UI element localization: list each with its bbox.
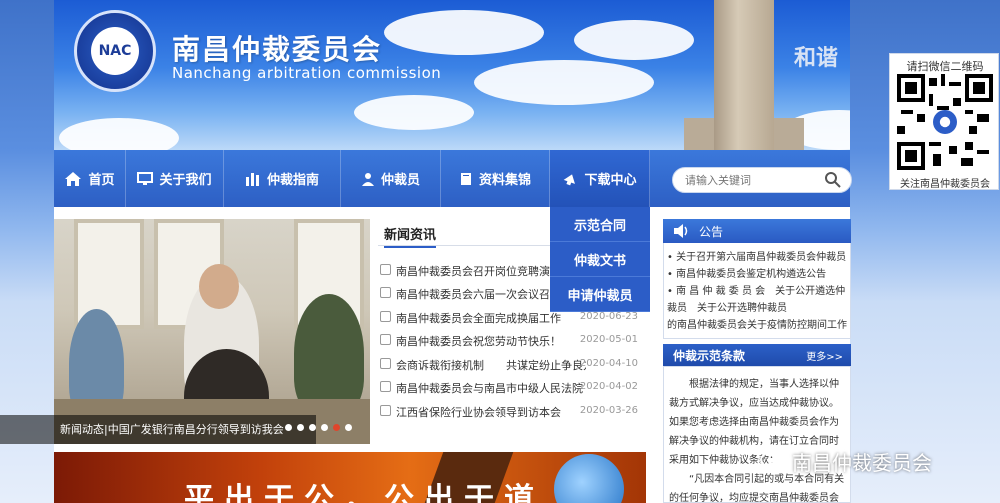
download-dropdown-menu: 示范合同 仲裁文书 申请仲裁员: [550, 207, 650, 312]
nav-label: 首页: [88, 173, 115, 188]
notice-item[interactable]: • 关于召开第六届南昌仲裁委员会仲裁员: [667, 249, 847, 266]
monitor-icon: [137, 171, 154, 185]
slogan-text: 和谐: [793, 46, 838, 71]
bar-chart-icon: [245, 172, 259, 186]
clause-title: 仲裁示范条款: [673, 349, 746, 363]
search-icon: [825, 172, 841, 188]
nav-item-home[interactable]: 首页: [54, 150, 126, 207]
news-date: 2020-04-10: [579, 358, 638, 369]
search-button[interactable]: [819, 169, 847, 191]
notice-title: 公告: [699, 225, 724, 239]
download-icon: [564, 173, 576, 185]
news-list-item[interactable]: 江西省保险行业协会领导到访本会 2020-03-26: [380, 402, 648, 422]
news-date: 2020-04-02: [579, 381, 638, 392]
doc-icon: [380, 405, 391, 416]
notice-item[interactable]: • 南昌仲裁委员会鉴定机构遴选公告: [667, 266, 847, 283]
monument: [714, 0, 774, 150]
nav-label: 仲裁指南: [266, 173, 319, 188]
news-date: 2020-03-26: [579, 405, 638, 416]
cloud: [354, 95, 474, 130]
news-list-item[interactable]: 南昌仲裁委员会与南昌市中级人民法院 共 2020-04-02: [380, 378, 648, 398]
slider-dot[interactable]: [309, 424, 316, 431]
nav-label: 仲裁员: [380, 173, 420, 188]
news-list-item[interactable]: 南昌仲裁委员会祝您劳动节快乐！ 2020-05-01: [380, 331, 648, 351]
slider-dot[interactable]: [297, 424, 304, 431]
news-section-title: 新闻资讯: [384, 224, 437, 248]
slider-dots: [285, 424, 352, 431]
dropdown-item-sample-contract[interactable]: 示范合同: [550, 207, 650, 242]
news-title: 南昌仲裁委员会与南昌市中级人民法院 共: [396, 382, 586, 395]
book-icon: [460, 172, 471, 185]
slider-dot[interactable]: [321, 424, 328, 431]
news-title: 南昌仲裁委员会祝您劳动节快乐！: [396, 335, 561, 348]
site-title: 南昌仲裁委员会: [172, 33, 383, 66]
bottom-banner[interactable]: 平出于公，公出于道: [54, 452, 646, 503]
nav-item-download[interactable]: 下载中心: [550, 150, 650, 207]
nav-label: 资料集锦: [478, 173, 531, 188]
news-list-item[interactable]: 会商诉裁衔接机制 共谋定纷止争良方 2020-04-10: [380, 355, 648, 375]
news-title: 南昌仲裁委员会全面完成换届工作: [396, 312, 561, 325]
person-icon: [361, 172, 374, 186]
qr-code-icon: [897, 74, 993, 170]
nav-item-about[interactable]: 关于我们: [126, 150, 224, 207]
cloud: [474, 60, 654, 105]
window: [74, 219, 144, 329]
search-input[interactable]: [685, 171, 815, 189]
cloud: [59, 118, 179, 150]
notice-list: • 关于召开第六届南昌仲裁委员会仲裁员 • 南昌仲裁委员会鉴定机构遴选公告 • …: [667, 249, 847, 334]
doc-icon: [380, 334, 391, 345]
dropdown-item-apply-arbitrator[interactable]: 申请仲裁员: [550, 277, 650, 312]
wechat-qr-panel: 请扫微信二维码 关注南昌仲裁委员会: [889, 53, 999, 190]
bottom-banner-text: 平出于公，公出于道: [184, 482, 544, 503]
site-subtitle: Nanchang arbitration commission: [172, 64, 442, 82]
dropdown-item-arbitration-documents[interactable]: 仲裁文书: [550, 242, 650, 277]
notice-header: 公告: [663, 219, 851, 243]
cloud: [574, 20, 694, 60]
slider-caption[interactable]: 新闻动态|中国广发银行南昌分行领导到访我会: [60, 421, 284, 437]
doc-icon: [380, 264, 391, 275]
doc-icon: [380, 311, 391, 322]
cloud: [384, 10, 544, 55]
nav-label: 关于我们: [159, 173, 212, 188]
nav-item-guide[interactable]: 仲裁指南: [224, 150, 341, 207]
nav-item-arbitrators[interactable]: 仲裁员: [341, 150, 441, 207]
home-icon: [65, 171, 82, 186]
nav-item-materials[interactable]: 资料集锦: [441, 150, 550, 207]
globe-shape: [554, 454, 624, 503]
news-date: 2020-06-23: [579, 311, 638, 322]
slider-dot[interactable]: [345, 424, 352, 431]
person-photo: [199, 264, 239, 309]
speaker-icon: [674, 224, 688, 238]
slider-dot-active[interactable]: [333, 424, 340, 431]
qr-title: 请扫微信二维码: [906, 60, 984, 73]
logo-inner: NAC: [91, 27, 139, 75]
qr-footer: 关注南昌仲裁委员会: [900, 179, 990, 190]
wechat-watermark: 南昌仲裁委员会: [760, 447, 932, 476]
doc-icon: [380, 358, 391, 369]
slider-dot[interactable]: [285, 424, 292, 431]
nav-label: 下载中心: [584, 173, 637, 188]
logo-text: NAC: [98, 43, 132, 59]
header-banner: NAC 南昌仲裁委员会 Nanchang arbitration commiss…: [54, 0, 850, 150]
watermark-text: 南昌仲裁委员会: [792, 451, 932, 475]
more-link[interactable]: 更多>>: [806, 348, 843, 363]
news-photo-slider[interactable]: [54, 219, 370, 444]
doc-icon: [380, 381, 391, 392]
doc-icon: [380, 287, 391, 298]
person-photo: [294, 294, 364, 414]
news-title: 江西省保险行业协会领导到访本会: [396, 406, 561, 419]
wechat-icon: [760, 451, 785, 471]
search-box: [672, 167, 852, 193]
news-title: 会商诉裁衔接机制 共谋定纷止争良方: [396, 359, 586, 372]
notice-item[interactable]: • 南 昌 仲 裁 委 员 会 关于公开遴选仲裁员 关于公开选聘仲裁员: [667, 283, 847, 317]
news-date: 2020-05-01: [579, 334, 638, 345]
clause-body: 根据法律的规定，当事人选择以仲裁方式解决争议，应当达成仲裁协议。如果您考虑选择由…: [669, 375, 847, 503]
site-logo[interactable]: NAC: [74, 10, 156, 92]
notice-item[interactable]: 的南昌仲裁委员会关于疫情防控期间工作: [667, 317, 847, 334]
clause-header: 仲裁示范条款 更多>>: [663, 344, 851, 366]
